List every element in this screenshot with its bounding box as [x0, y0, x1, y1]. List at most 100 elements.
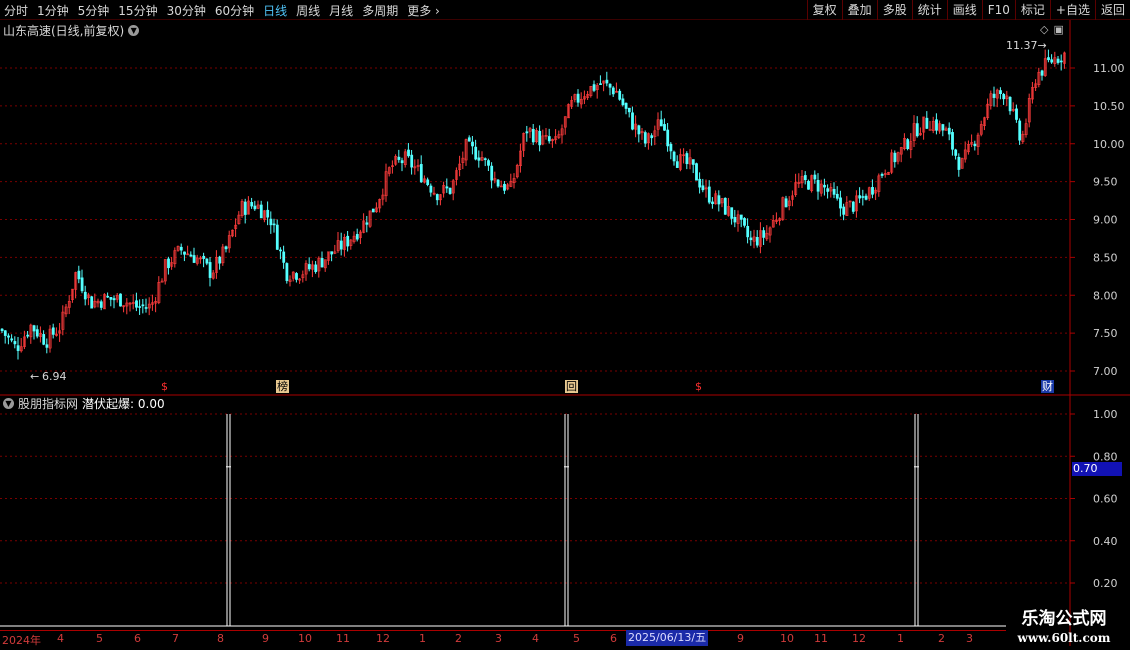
candle-body	[525, 131, 529, 134]
diamond-icon[interactable]: ◇	[1040, 23, 1048, 36]
event-marker[interactable]: $	[160, 380, 169, 393]
candle-body	[941, 124, 945, 131]
price-axis: 11.00 10.50 10.00 9.50 9.00 8.50 8.00 7.50 7.00 1…	[1070, 62, 1125, 590]
candle-body	[119, 293, 122, 307]
candle-body	[576, 93, 580, 103]
watermark-url: www.60lt.com	[1017, 631, 1111, 645]
date-tick-label: 10	[780, 632, 794, 645]
candle-body	[717, 195, 721, 205]
candle-body	[138, 306, 142, 308]
candle-body	[739, 214, 743, 220]
candle-body	[397, 156, 401, 160]
candle-body	[669, 143, 673, 152]
event-marker[interactable]: $	[694, 380, 703, 393]
candle-body	[483, 158, 487, 160]
candle-body	[106, 295, 110, 298]
window-icon[interactable]: ▣	[1053, 23, 1063, 36]
candle-body	[272, 223, 276, 226]
candle-body	[346, 235, 350, 247]
candle-body	[10, 338, 14, 341]
candle-body	[915, 123, 919, 137]
candle-body	[698, 178, 702, 188]
candle-body	[813, 174, 817, 180]
candle-body	[1008, 96, 1012, 112]
candle-body	[83, 291, 87, 300]
candle-body	[330, 251, 334, 255]
candle-body	[663, 124, 666, 131]
chart-corner-icons: ◇ ▣	[1040, 23, 1064, 36]
watermark: 乐淘公式网 www.60lt.com	[1000, 608, 1128, 646]
date-tick-label: 2	[455, 632, 462, 645]
candlestick-series	[0, 49, 1066, 360]
price-tick-label: 7.00	[1093, 365, 1118, 378]
price-tick-label: 11.00	[1093, 62, 1125, 75]
candle-body	[935, 119, 938, 131]
candle-body	[45, 344, 49, 348]
candle-body	[179, 246, 183, 251]
candle-body	[1050, 59, 1054, 63]
candle-body	[339, 240, 343, 250]
indicator-tick-label: 0.40	[1093, 535, 1118, 548]
candle-body	[547, 136, 551, 142]
indicator-tick-label: 0.60	[1093, 493, 1118, 506]
candle-body	[685, 153, 689, 165]
candle-body	[851, 201, 855, 212]
arrow-icon: ←	[30, 370, 40, 383]
date-tick-label: 4	[532, 632, 539, 645]
candle-body	[999, 90, 1002, 95]
date-tick-label: 8	[217, 632, 224, 645]
candle-body	[631, 112, 634, 130]
candle-body	[314, 264, 318, 272]
candle-body	[823, 184, 826, 188]
candle-body	[925, 117, 929, 129]
candle-body	[400, 160, 404, 164]
candle-body	[864, 195, 868, 200]
date-tick-label: 2	[938, 632, 945, 645]
candle-body	[295, 273, 298, 280]
candle-body	[880, 173, 884, 176]
high-price-label: 11.37→	[1006, 39, 1047, 52]
candle-body	[35, 329, 39, 337]
date-tick-label: 6	[134, 632, 141, 645]
event-marker[interactable]: 财	[1041, 380, 1054, 393]
date-tick-label: 1	[897, 632, 904, 645]
candle-body	[365, 222, 369, 225]
price-tick-label: 9.00	[1093, 214, 1118, 227]
candle-body	[954, 149, 958, 156]
chevron-down-icon[interactable]: ▼	[128, 24, 140, 36]
event-marker[interactable]: 回	[565, 380, 578, 393]
candle-body	[531, 128, 535, 143]
candle-body	[205, 258, 209, 264]
candle-body	[467, 137, 471, 142]
date-tick-label: 3	[495, 632, 502, 645]
event-marker[interactable]: 榜	[276, 380, 289, 393]
candle-body	[957, 156, 961, 170]
candle-body	[538, 130, 542, 146]
indicator-tick-label: 1.00	[1093, 408, 1118, 421]
candle-body	[448, 187, 452, 194]
candle-body	[112, 298, 116, 301]
candle-body	[410, 154, 414, 168]
candle-body	[407, 149, 410, 157]
candle-body	[192, 255, 196, 263]
candle-body	[42, 334, 46, 345]
candle-body	[269, 218, 273, 226]
candle-body	[672, 151, 676, 162]
candle-body	[167, 258, 170, 269]
candle-body	[26, 334, 30, 337]
candle-body	[282, 251, 286, 263]
low-price-label: ← 6.94	[30, 370, 67, 383]
chevron-down-icon[interactable]: ▼	[3, 398, 14, 409]
candle-body	[1015, 108, 1018, 120]
candle-body	[435, 194, 439, 201]
date-tick-label: 12	[852, 632, 866, 645]
candle-body	[90, 296, 94, 309]
candle-body	[51, 327, 55, 335]
date-tick-label: 1	[419, 632, 426, 645]
candle-body	[307, 264, 311, 270]
candle-body	[893, 152, 897, 163]
candle-body	[611, 87, 615, 95]
candle-body	[784, 198, 788, 208]
candle-body	[99, 301, 103, 308]
candle-body	[1047, 57, 1050, 61]
